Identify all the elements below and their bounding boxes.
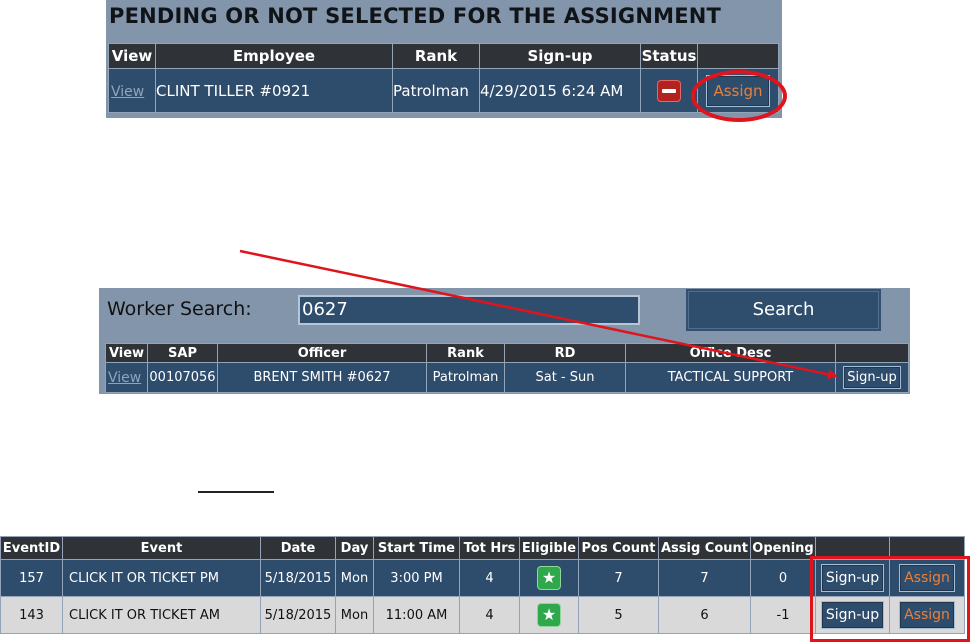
col-header: Employee: [155, 43, 393, 69]
tot-hrs-cell: 4: [459, 559, 520, 597]
event-cell: CLICK IT OR TICKET AM: [62, 596, 261, 634]
opening-cell: -1: [750, 596, 816, 634]
underline-fragment: [198, 491, 274, 493]
col-header: Officer: [217, 343, 427, 363]
worker-search-input[interactable]: 0627: [298, 295, 640, 325]
pos-count-cell: 7: [578, 559, 659, 597]
tot-hrs-cell: 4: [459, 596, 520, 634]
event-cell: CLICK IT OR TICKET PM: [62, 559, 261, 597]
opening-cell: 0: [750, 559, 816, 597]
star-icon: ★: [537, 603, 561, 627]
search-button[interactable]: Search: [686, 289, 881, 331]
col-header: Start Time: [373, 536, 460, 560]
col-header: View: [108, 43, 156, 69]
officer-cell: BRENT SMITH #0627: [217, 362, 427, 393]
col-header: View: [105, 343, 148, 363]
date-cell: 5/18/2015: [260, 559, 336, 597]
rd-cell: Sat - Sun: [504, 362, 626, 393]
star-icon: ★: [537, 566, 561, 590]
col-header: Sign-up: [479, 43, 641, 69]
pending-panel: PENDING OR NOT SELECTED FOR THE ASSIGNME…: [106, 0, 782, 118]
col-header: [835, 343, 909, 363]
col-header: Event: [62, 536, 261, 560]
col-header: Eligible: [519, 536, 579, 560]
pending-header-row: View Employee Rank Sign-up Status: [108, 43, 779, 69]
worker-table: View SAP Officer Rank RD Office Desc Vie…: [105, 343, 909, 393]
office-desc-cell: TACTICAL SUPPORT: [625, 362, 836, 393]
table-row: View 00107056 BRENT SMITH #0627 Patrolma…: [105, 362, 909, 393]
col-header: RD: [504, 343, 626, 363]
pending-title: PENDING OR NOT SELECTED FOR THE ASSIGNME…: [109, 4, 722, 28]
col-header: Rank: [426, 343, 505, 363]
worker-header-row: View SAP Officer Rank RD Office Desc: [105, 343, 909, 363]
col-header: Opening: [750, 536, 816, 560]
date-cell: 5/18/2015: [260, 596, 336, 634]
start-time-cell: 11:00 AM: [373, 596, 460, 634]
col-header: Status: [640, 43, 698, 69]
start-time-cell: 3:00 PM: [373, 559, 460, 597]
pending-table: View Employee Rank Sign-up Status View C…: [108, 43, 779, 113]
rank-cell: Patrolman: [426, 362, 505, 393]
worker-search-panel: Worker Search: 0627 Search View SAP Offi…: [99, 288, 910, 394]
annotation-circle: [691, 70, 787, 122]
pos-count-cell: 5: [578, 596, 659, 634]
event-id-cell: 157: [0, 559, 63, 597]
event-id-cell: 143: [0, 596, 63, 634]
signup-button[interactable]: Sign-up: [843, 366, 901, 389]
col-header: Tot Hrs: [459, 536, 520, 560]
day-cell: Mon: [335, 559, 374, 597]
employee-cell: CLINT TILLER #0921: [155, 68, 393, 113]
remove-icon[interactable]: [657, 79, 681, 102]
col-header: Office Desc: [625, 343, 836, 363]
col-header: EventID: [0, 536, 63, 560]
col-header: Rank: [392, 43, 480, 69]
view-link[interactable]: View: [110, 84, 144, 100]
signup-cell: 4/29/2015 6:24 AM: [479, 68, 641, 113]
col-header: Date: [260, 536, 336, 560]
col-header: Pos Count: [578, 536, 659, 560]
worker-search-label: Worker Search:: [107, 298, 252, 320]
table-row: View CLINT TILLER #0921 Patrolman 4/29/2…: [108, 68, 779, 113]
view-link[interactable]: View: [107, 370, 141, 386]
assig-count-cell: 6: [658, 596, 751, 634]
sap-cell: 00107056: [147, 362, 218, 393]
col-header: Assig Count: [658, 536, 751, 560]
col-header: [697, 43, 779, 69]
annotation-box: [810, 556, 970, 642]
col-header: Day: [335, 536, 374, 560]
assig-count-cell: 7: [658, 559, 751, 597]
day-cell: Mon: [335, 596, 374, 634]
rank-cell: Patrolman: [392, 68, 480, 113]
col-header: SAP: [147, 343, 218, 363]
